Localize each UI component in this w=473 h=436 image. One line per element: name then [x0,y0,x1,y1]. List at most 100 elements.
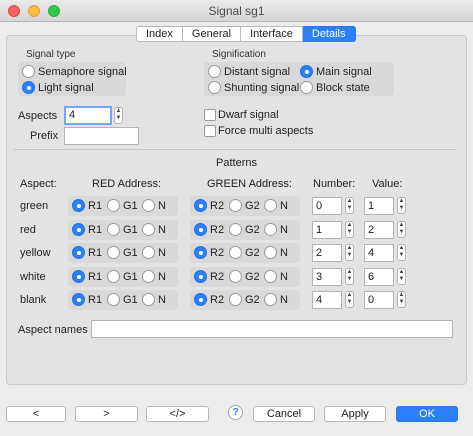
next-button[interactable]: > [75,406,138,422]
radio-indicator [229,246,242,259]
main-signal-radio[interactable]: Main signal [300,65,372,78]
distant-signal-radio[interactable]: Distant signal [208,65,290,78]
red-address-g1-radio[interactable]: G1 [107,293,138,306]
green-address-n-radio[interactable]: N [264,270,288,283]
number-field[interactable]: 0 [312,197,342,215]
red-address-column-header: RED Address: [92,178,162,190]
value-field[interactable]: 2 [364,221,394,239]
number-stepper[interactable]: ▲ ▼ [345,268,354,285]
green-address-g2-radio[interactable]: G2 [229,246,260,259]
green-address-r2-radio[interactable]: R2 [194,293,224,306]
value-stepper[interactable]: ▲ ▼ [397,268,406,285]
red-address-g1-radio[interactable]: G1 [107,199,138,212]
red-address-g1-radio[interactable]: G1 [107,246,138,259]
number-stepper[interactable]: ▲ ▼ [345,244,354,261]
signal-type-heading: Signal type [26,49,76,60]
aspect-names-field[interactable] [91,320,453,338]
help-button[interactable]: ? [228,405,243,420]
number-field[interactable]: 3 [312,268,342,286]
number-field[interactable]: 1 [312,221,342,239]
green-address-r2-radio[interactable]: R2 [194,223,224,236]
prefix-field[interactable] [64,127,139,145]
dwarf-signal-checkbox[interactable] [204,109,216,121]
radio-label: R2 [210,293,225,306]
radio-label: R1 [88,223,103,236]
value-stepper[interactable]: ▲ ▼ [397,221,406,238]
force-multi-aspects-checkbox[interactable] [204,125,216,137]
number-stepper[interactable]: ▲ ▼ [345,291,354,308]
value-field[interactable]: 1 [364,197,394,215]
red-address-g1-radio[interactable]: G1 [107,270,138,283]
radio-indicator [107,270,120,283]
tab-general[interactable]: General [182,26,242,42]
tab-interface[interactable]: Interface [241,26,303,42]
red-address-g1-radio[interactable]: G1 [107,223,138,236]
value-stepper[interactable]: ▲ ▼ [397,244,406,261]
radio-label: R1 [88,246,103,259]
red-address-r1-radio[interactable]: R1 [72,246,102,259]
red-address-r1-radio[interactable]: R1 [72,199,102,212]
radio-label: N [158,293,166,306]
radio-label: R2 [210,223,225,236]
radio-indicator [264,223,277,236]
green-address-r2-radio[interactable]: R2 [194,270,224,283]
radio-indicator [264,293,277,306]
value-field[interactable]: 6 [364,268,394,286]
aspects-field[interactable]: 4 [64,106,112,125]
green-address-g2-radio[interactable]: G2 [229,293,260,306]
radio-label: Light signal [38,81,94,94]
block-state-radio[interactable]: Block state [300,81,370,94]
red-address-n-radio[interactable]: N [142,199,166,212]
radio-label: N [158,223,166,236]
radio-indicator [194,199,207,212]
green-address-n-radio[interactable]: N [264,293,288,306]
green-address-g2-radio[interactable]: G2 [229,223,260,236]
radio-label: G1 [123,223,138,236]
tab-details[interactable]: Details [302,26,356,42]
source-code-button[interactable]: </> [146,406,209,422]
aspect-name: yellow [20,247,51,259]
patterns-heading: Patterns [216,157,257,169]
green-address-r2-radio[interactable]: R2 [194,199,224,212]
green-address-r2-radio[interactable]: R2 [194,246,224,259]
radio-label: N [158,199,166,212]
red-address-r1-radio[interactable]: R1 [72,270,102,283]
red-address-r1-radio[interactable]: R1 [72,223,102,236]
value-stepper[interactable]: ▲ ▼ [397,197,406,214]
number-stepper[interactable]: ▲ ▼ [345,197,354,214]
value-field[interactable]: 4 [364,244,394,262]
green-address-n-radio[interactable]: N [264,246,288,259]
radio-indicator [107,246,120,259]
red-address-n-radio[interactable]: N [142,270,166,283]
semaphore-signal-radio[interactable]: Semaphore signal [22,65,127,78]
radio-indicator [22,81,35,94]
value-field[interactable]: 0 [364,291,394,309]
number-stepper[interactable]: ▲ ▼ [345,221,354,238]
number-field[interactable]: 4 [312,291,342,309]
tab-index[interactable]: Index [136,26,183,42]
radio-label: N [280,199,288,212]
red-address-r1-radio[interactable]: R1 [72,293,102,306]
radio-label: N [158,246,166,259]
radio-indicator [208,65,221,78]
radio-indicator [22,65,35,78]
previous-button[interactable]: < [6,406,66,422]
green-address-n-radio[interactable]: N [264,199,288,212]
light-signal-radio[interactable]: Light signal [22,81,94,94]
red-address-n-radio[interactable]: N [142,223,166,236]
aspects-stepper[interactable]: ▲ ▼ [114,107,123,124]
radio-label: Distant signal [224,65,291,78]
value-stepper[interactable]: ▲ ▼ [397,291,406,308]
red-address-n-radio[interactable]: N [142,246,166,259]
green-address-g2-radio[interactable]: G2 [229,270,260,283]
number-field[interactable]: 2 [312,244,342,262]
cancel-button[interactable]: Cancel [253,406,315,422]
radio-indicator [229,223,242,236]
shunting-signal-radio[interactable]: Shunting signal [208,81,299,94]
green-address-n-radio[interactable]: N [264,223,288,236]
green-address-g2-radio[interactable]: G2 [229,199,260,212]
red-address-n-radio[interactable]: N [142,293,166,306]
ok-button[interactable]: OK [396,406,458,422]
radio-indicator [229,270,242,283]
apply-button[interactable]: Apply [324,406,386,422]
